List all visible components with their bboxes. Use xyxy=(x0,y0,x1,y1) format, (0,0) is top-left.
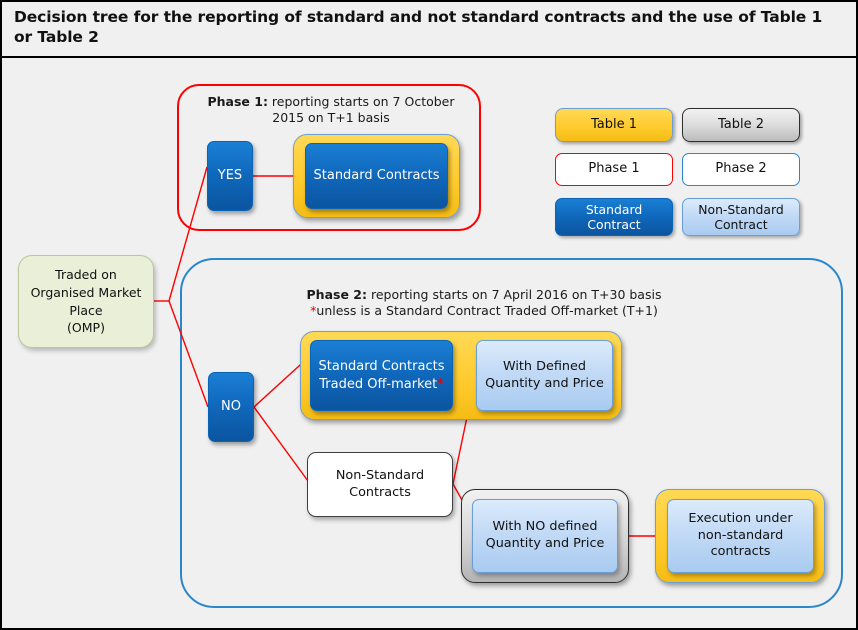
legend-item-phase-2: Phase 2 xyxy=(682,153,800,186)
legend: Table 1 Table 2 Phase 1 Phase 2 Standard… xyxy=(555,108,800,242)
legend-standard-label: Standard Contract xyxy=(586,202,642,233)
phase-1-description: reporting starts on 7 October 2015 on T+… xyxy=(267,94,455,126)
nodefined-line-2: Quantity and Price xyxy=(485,536,605,551)
node-yes-label: YES xyxy=(217,168,243,184)
phase-1-heading: Phase 1: reporting starts on 7 October 2… xyxy=(192,94,470,127)
std-offmkt-line-2: Traded Off-market xyxy=(319,376,438,392)
phase-2-heading: Phase 2: reporting starts on 7 April 201… xyxy=(264,287,704,320)
legend-nonstandard-line-2: Contract xyxy=(714,217,768,232)
std-offmkt-asterisk-icon: * xyxy=(437,376,444,392)
node-with-defined-label: With Defined Quantity and Price xyxy=(477,359,612,392)
legend-non-standard-label: Non-Standard Contract xyxy=(698,202,784,233)
legend-item-non-standard-contract: Non-Standard Contract xyxy=(682,198,800,236)
node-omp-label: Traded on Organised Market Place (OMP) xyxy=(19,266,153,337)
legend-standard-line-2: Contract xyxy=(587,217,641,232)
node-with-no-defined-label: With NO defined Quantity and Price xyxy=(473,519,617,552)
legend-table-1-label: Table 1 xyxy=(590,116,638,132)
nodefined-line-1: With NO defined xyxy=(492,519,598,535)
legend-item-phase-1: Phase 1 xyxy=(555,153,673,186)
defined-line-1: With Defined xyxy=(502,358,587,374)
decision-tree-diagram: Decision tree for the reporting of stand… xyxy=(0,0,858,630)
node-standard-off-market-label: Standard Contracts Traded Off-market* xyxy=(311,358,452,393)
phase-2-label: Phase 2: xyxy=(306,287,367,302)
node-with-no-defined-quantity-and-price[interactable]: With NO defined Quantity and Price xyxy=(472,499,618,573)
exec-line-1: Execution under xyxy=(688,511,793,527)
title-bar: Decision tree for the reporting of stand… xyxy=(2,2,856,58)
nonstd-line-1: Non-Standard xyxy=(335,467,425,483)
node-execution-under-non-standard-contracts[interactable]: Execution under non-standard contracts xyxy=(667,499,814,573)
node-non-standard-label: Non-Standard Contracts xyxy=(308,468,452,501)
page-title: Decision tree for the reporting of stand… xyxy=(14,8,823,47)
phase-2-footnote: *unless is a Standard Contract Traded Of… xyxy=(264,303,704,319)
phase-2-description: reporting starts on 7 April 2016 on T+30… xyxy=(366,287,662,302)
omp-line-3: Place xyxy=(69,302,103,318)
node-yes[interactable]: YES xyxy=(207,141,253,211)
legend-nonstandard-line-1: Non-Standard xyxy=(698,201,784,217)
exec-line-2: non-standard xyxy=(697,527,784,543)
omp-line-4: (OMP) xyxy=(67,320,105,336)
node-execution-label: Execution under non-standard contracts xyxy=(668,511,813,561)
node-non-standard-contracts[interactable]: Non-Standard Contracts xyxy=(307,452,453,517)
exec-line-3: contracts xyxy=(710,544,771,560)
legend-phase-1-label: Phase 1 xyxy=(588,161,640,177)
legend-standard-line-1: Standard xyxy=(585,201,643,217)
std-offmkt-line-1: Standard Contracts xyxy=(318,358,445,374)
phase-2-heading-line: Phase 2: reporting starts on 7 April 201… xyxy=(264,287,704,303)
node-traded-on-organised-market-place[interactable]: Traded on Organised Market Place (OMP) xyxy=(18,255,154,348)
legend-item-table-1: Table 1 xyxy=(555,108,673,142)
legend-item-table-2: Table 2 xyxy=(682,108,800,142)
phase-1-label: Phase 1: xyxy=(207,94,268,109)
legend-item-standard-contract: Standard Contract xyxy=(555,198,673,236)
node-no-label: NO xyxy=(221,399,241,415)
nonstd-line-2: Contracts xyxy=(349,484,411,500)
node-standard-contracts[interactable]: Standard Contracts xyxy=(305,143,448,209)
node-with-defined-quantity-and-price[interactable]: With Defined Quantity and Price xyxy=(476,340,613,411)
omp-line-2: Organised Market xyxy=(30,284,142,300)
node-no[interactable]: NO xyxy=(208,372,254,442)
phase-2-footnote-text: unless is a Standard Contract Traded Off… xyxy=(316,303,658,319)
omp-line-1: Traded on xyxy=(55,267,117,282)
legend-table-2-label: Table 2 xyxy=(717,116,765,132)
node-standard-contracts-traded-off-market[interactable]: Standard Contracts Traded Off-market* xyxy=(310,340,453,411)
legend-phase-2-label: Phase 2 xyxy=(715,161,767,177)
defined-line-2: Quantity and Price xyxy=(485,375,604,391)
node-standard-contracts-label: Standard Contracts xyxy=(313,168,440,184)
